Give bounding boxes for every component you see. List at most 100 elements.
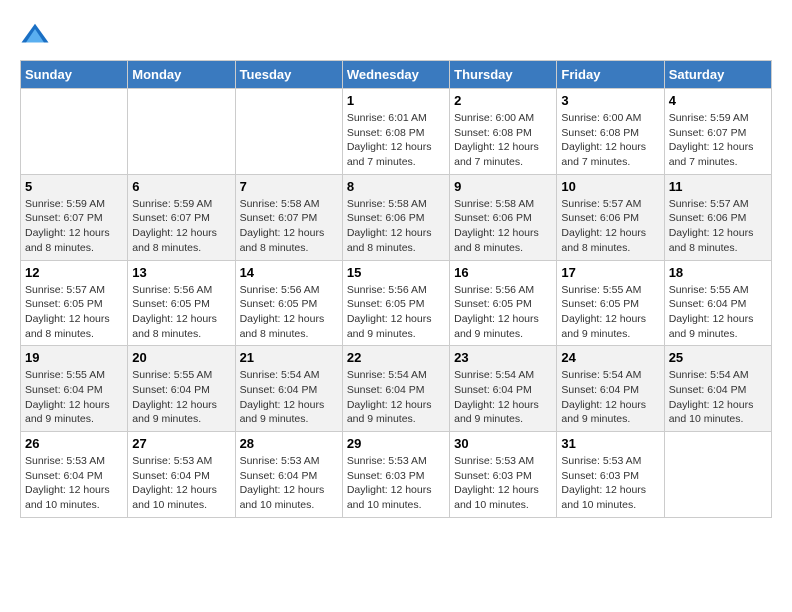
cell-info: Sunrise: 5:53 AM Sunset: 6:04 PM Dayligh… (240, 454, 338, 513)
day-number: 16 (454, 265, 552, 280)
calendar-cell: 5 Sunrise: 5:59 AM Sunset: 6:07 PM Daylig… (21, 174, 128, 260)
day-number: 18 (669, 265, 767, 280)
cell-info: Sunrise: 5:53 AM Sunset: 6:04 PM Dayligh… (132, 454, 230, 513)
day-of-week-header: Saturday (664, 61, 771, 89)
day-of-week-header: Friday (557, 61, 664, 89)
day-number: 3 (561, 93, 659, 108)
cell-info: Sunrise: 5:54 AM Sunset: 6:04 PM Dayligh… (454, 368, 552, 427)
cell-info: Sunrise: 5:59 AM Sunset: 6:07 PM Dayligh… (669, 111, 767, 170)
day-number: 8 (347, 179, 445, 194)
calendar-cell (235, 89, 342, 175)
calendar-cell: 20Sunrise: 5:55 AM Sunset: 6:04 PM Dayli… (128, 346, 235, 432)
day-of-week-header: Thursday (450, 61, 557, 89)
calendar-cell: 3 Sunrise: 6:00 AM Sunset: 6:08 PM Daylig… (557, 89, 664, 175)
calendar-header-row: SundayMondayTuesdayWednesdayThursdayFrid… (21, 61, 772, 89)
logo-icon (20, 20, 50, 50)
cell-info: Sunrise: 5:53 AM Sunset: 6:03 PM Dayligh… (347, 454, 445, 513)
calendar-cell: 26 Sunrise: 5:53 AM Sunset: 6:04 PM Dayli… (21, 432, 128, 518)
cell-info: Sunrise: 5:54 AM Sunset: 6:04 PM Dayligh… (347, 368, 445, 427)
calendar-cell: 16 Sunrise: 5:56 AM Sunset: 6:05 PM Dayli… (450, 260, 557, 346)
day-number: 1 (347, 93, 445, 108)
calendar-week-row: 5 Sunrise: 5:59 AM Sunset: 6:07 PM Daylig… (21, 174, 772, 260)
calendar-week-row: 19 Sunrise: 5:55 AM Sunset: 6:04 PM Dayli… (21, 346, 772, 432)
day-of-week-header: Monday (128, 61, 235, 89)
cell-info: Sunrise: 5:59 AM Sunset: 6:07 PM Dayligh… (25, 197, 123, 256)
page-header (20, 20, 772, 50)
calendar-cell: 6Sunrise: 5:59 AM Sunset: 6:07 PM Daylig… (128, 174, 235, 260)
day-of-week-header: Wednesday (342, 61, 449, 89)
cell-info: Sunrise: 6:00 AM Sunset: 6:08 PM Dayligh… (561, 111, 659, 170)
cell-info: Sunrise: 5:55 AM Sunset: 6:05 PM Dayligh… (561, 283, 659, 342)
calendar-cell: 4 Sunrise: 5:59 AM Sunset: 6:07 PM Daylig… (664, 89, 771, 175)
calendar-cell: 12 Sunrise: 5:57 AM Sunset: 6:05 PM Dayli… (21, 260, 128, 346)
cell-info: Sunrise: 5:57 AM Sunset: 6:06 PM Dayligh… (669, 197, 767, 256)
day-number: 7 (240, 179, 338, 194)
cell-info: Sunrise: 5:57 AM Sunset: 6:06 PM Dayligh… (561, 197, 659, 256)
day-number: 22 (347, 350, 445, 365)
calendar-cell: 1 Sunrise: 6:01 AM Sunset: 6:08 PM Daylig… (342, 89, 449, 175)
cell-info: Sunrise: 5:56 AM Sunset: 6:05 PM Dayligh… (132, 283, 230, 342)
cell-info: Sunrise: 5:55 AM Sunset: 6:04 PM Dayligh… (25, 368, 123, 427)
day-number: 23 (454, 350, 552, 365)
calendar-cell: 10 Sunrise: 5:57 AM Sunset: 6:06 PM Dayli… (557, 174, 664, 260)
cell-info: Sunrise: 5:54 AM Sunset: 6:04 PM Dayligh… (561, 368, 659, 427)
cell-info: Sunrise: 5:53 AM Sunset: 6:04 PM Dayligh… (25, 454, 123, 513)
day-number: 17 (561, 265, 659, 280)
cell-info: Sunrise: 6:01 AM Sunset: 6:08 PM Dayligh… (347, 111, 445, 170)
calendar-cell: 11 Sunrise: 5:57 AM Sunset: 6:06 PM Dayli… (664, 174, 771, 260)
calendar-cell: 25Sunrise: 5:54 AM Sunset: 6:04 PM Dayli… (664, 346, 771, 432)
calendar-cell: 30 Sunrise: 5:53 AM Sunset: 6:03 PM Dayli… (450, 432, 557, 518)
cell-info: Sunrise: 5:57 AM Sunset: 6:05 PM Dayligh… (25, 283, 123, 342)
calendar-cell: 2Sunrise: 6:00 AM Sunset: 6:08 PM Daylig… (450, 89, 557, 175)
day-of-week-header: Tuesday (235, 61, 342, 89)
day-number: 15 (347, 265, 445, 280)
day-number: 10 (561, 179, 659, 194)
calendar-cell: 8Sunrise: 5:58 AM Sunset: 6:06 PM Daylig… (342, 174, 449, 260)
cell-info: Sunrise: 5:53 AM Sunset: 6:03 PM Dayligh… (561, 454, 659, 513)
cell-info: Sunrise: 5:58 AM Sunset: 6:06 PM Dayligh… (454, 197, 552, 256)
logo (20, 20, 52, 50)
calendar-cell: 17 Sunrise: 5:55 AM Sunset: 6:05 PM Dayli… (557, 260, 664, 346)
day-number: 14 (240, 265, 338, 280)
cell-info: Sunrise: 5:56 AM Sunset: 6:05 PM Dayligh… (454, 283, 552, 342)
calendar-table: SundayMondayTuesdayWednesdayThursdayFrid… (20, 60, 772, 518)
day-number: 28 (240, 436, 338, 451)
day-number: 30 (454, 436, 552, 451)
day-number: 26 (25, 436, 123, 451)
day-number: 27 (132, 436, 230, 451)
calendar-cell: 7 Sunrise: 5:58 AM Sunset: 6:07 PM Daylig… (235, 174, 342, 260)
cell-info: Sunrise: 5:54 AM Sunset: 6:04 PM Dayligh… (240, 368, 338, 427)
calendar-cell: 24 Sunrise: 5:54 AM Sunset: 6:04 PM Dayli… (557, 346, 664, 432)
day-number: 9 (454, 179, 552, 194)
calendar-cell: 19 Sunrise: 5:55 AM Sunset: 6:04 PM Dayli… (21, 346, 128, 432)
cell-info: Sunrise: 5:58 AM Sunset: 6:07 PM Dayligh… (240, 197, 338, 256)
calendar-cell: 13Sunrise: 5:56 AM Sunset: 6:05 PM Dayli… (128, 260, 235, 346)
calendar-cell: 29Sunrise: 5:53 AM Sunset: 6:03 PM Dayli… (342, 432, 449, 518)
day-number: 6 (132, 179, 230, 194)
day-number: 2 (454, 93, 552, 108)
day-number: 12 (25, 265, 123, 280)
day-of-week-header: Sunday (21, 61, 128, 89)
day-number: 31 (561, 436, 659, 451)
day-number: 25 (669, 350, 767, 365)
cell-info: Sunrise: 5:53 AM Sunset: 6:03 PM Dayligh… (454, 454, 552, 513)
calendar-week-row: 26 Sunrise: 5:53 AM Sunset: 6:04 PM Dayli… (21, 432, 772, 518)
cell-info: Sunrise: 5:56 AM Sunset: 6:05 PM Dayligh… (347, 283, 445, 342)
calendar-week-row: 1 Sunrise: 6:01 AM Sunset: 6:08 PM Daylig… (21, 89, 772, 175)
calendar-cell: 15 Sunrise: 5:56 AM Sunset: 6:05 PM Dayli… (342, 260, 449, 346)
calendar-cell: 21 Sunrise: 5:54 AM Sunset: 6:04 PM Dayli… (235, 346, 342, 432)
calendar-cell: 18Sunrise: 5:55 AM Sunset: 6:04 PM Dayli… (664, 260, 771, 346)
day-number: 4 (669, 93, 767, 108)
calendar-cell: 9 Sunrise: 5:58 AM Sunset: 6:06 PM Daylig… (450, 174, 557, 260)
day-number: 19 (25, 350, 123, 365)
calendar-cell: 27 Sunrise: 5:53 AM Sunset: 6:04 PM Dayli… (128, 432, 235, 518)
day-number: 11 (669, 179, 767, 194)
day-number: 5 (25, 179, 123, 194)
calendar-cell: 22 Sunrise: 5:54 AM Sunset: 6:04 PM Dayli… (342, 346, 449, 432)
calendar-cell: 28 Sunrise: 5:53 AM Sunset: 6:04 PM Dayli… (235, 432, 342, 518)
calendar-cell: 14Sunrise: 5:56 AM Sunset: 6:05 PM Dayli… (235, 260, 342, 346)
calendar-cell: 23 Sunrise: 5:54 AM Sunset: 6:04 PM Dayli… (450, 346, 557, 432)
day-number: 24 (561, 350, 659, 365)
calendar-cell: 31 Sunrise: 5:53 AM Sunset: 6:03 PM Dayli… (557, 432, 664, 518)
day-number: 21 (240, 350, 338, 365)
